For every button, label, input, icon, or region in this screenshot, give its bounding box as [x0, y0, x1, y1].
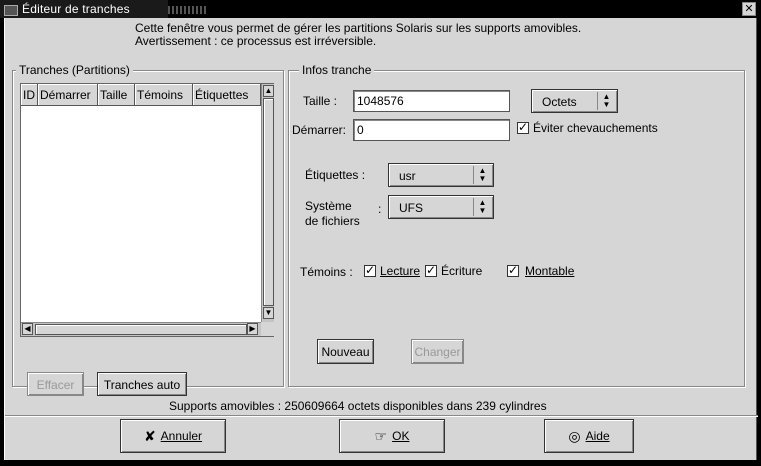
auto-slices-button[interactable]: Tranches auto: [97, 372, 187, 396]
slices-group: Tranches (Partitions) ID Démarrer Taille…: [12, 63, 284, 396]
slices-vertical-scrollbar[interactable]: ▲ ▼: [261, 84, 274, 322]
filesystem-select-value: UFS: [399, 201, 423, 215]
column-size[interactable]: Taille: [98, 84, 135, 106]
footer-separator: [5, 415, 758, 416]
read-flag-label: Lecture: [380, 264, 421, 278]
tags-select[interactable]: usr ▲ ▼: [388, 163, 494, 187]
cancel-button[interactable]: ✘ Annuler: [120, 419, 226, 453]
size-label: Taille :: [303, 94, 338, 108]
mountable-flag-checkbox[interactable]: [507, 263, 519, 277]
scroll-up-arrow-icon[interactable]: ▲: [263, 85, 274, 97]
start-input[interactable]: 0: [353, 119, 510, 141]
scroll-left-arrow-icon[interactable]: ◀: [22, 323, 33, 335]
lifebuoy-help-icon: ◎: [568, 427, 581, 444]
new-slice-button[interactable]: Nouveau: [317, 339, 374, 364]
tags-spinner-icon: ▲ ▼: [473, 166, 491, 184]
change-slice-button[interactable]: Changer: [411, 339, 464, 364]
slices-group-title: Tranches (Partitions): [16, 63, 133, 77]
tags-select-value: usr: [399, 169, 416, 183]
slices-list[interactable]: ID Démarrer Taille Témoins Étiquettes ▲ …: [20, 83, 274, 337]
filesystem-label-line2: de fichiers: [305, 214, 360, 228]
help-button-label: Aide: [585, 429, 610, 443]
ok-button-label: OK: [392, 429, 410, 443]
slice-info-group: Infos tranche Taille : 1048576 Octets ▲ ▼…: [288, 63, 745, 387]
delete-button[interactable]: Effacer: [27, 372, 84, 396]
window-title: Éditeur de tranches: [0, 0, 168, 18]
filesystem-spinner-icon: ▲ ▼: [473, 198, 491, 216]
help-button[interactable]: ◎ Aide: [544, 419, 634, 453]
slices-list-header: ID Démarrer Taille Témoins Étiquettes: [21, 84, 261, 106]
slices-horizontal-scrollbar[interactable]: ◀ ▶: [21, 322, 261, 336]
flags-label: Témoins :: [300, 265, 353, 279]
unit-select[interactable]: Octets ▲ ▼: [531, 89, 618, 113]
scroll-corner: [261, 322, 274, 336]
write-flag-checkbox[interactable]: [425, 263, 437, 277]
column-flags[interactable]: Témoins: [135, 84, 193, 106]
size-input[interactable]: 1048576: [353, 90, 510, 112]
column-tags[interactable]: Étiquettes: [193, 84, 261, 106]
slice-info-group-title: Infos tranche: [299, 63, 375, 77]
slice-editor-window: Cette fenêtre vous permet de gérer les p…: [4, 18, 758, 460]
scroll-down-arrow-icon[interactable]: ▼: [263, 307, 274, 319]
filesystem-select[interactable]: UFS ▲ ▼: [388, 195, 494, 219]
title-bar: Éditeur de tranches ✕: [0, 0, 761, 18]
close-button[interactable]: ✕: [742, 2, 756, 16]
info-warning: Avertissement : ce processus est irréver…: [135, 34, 377, 48]
cancel-x-icon: ✘: [143, 427, 156, 444]
vertical-scroll-thumb[interactable]: [263, 98, 274, 306]
unit-spinner-icon: ▲ ▼: [597, 92, 615, 110]
read-flag-checkbox[interactable]: [364, 263, 376, 277]
filesystem-label-line1: Système: [305, 199, 352, 213]
cancel-button-label: Annuler: [160, 429, 203, 443]
column-start[interactable]: Démarrer: [38, 84, 98, 106]
avoid-overlap-checkbox[interactable]: [517, 120, 529, 134]
scroll-right-arrow-icon[interactable]: ▶: [247, 323, 258, 335]
status-line: Supports amovibles : 250609664 octets di…: [169, 399, 547, 413]
unit-select-value: Octets: [542, 95, 577, 109]
start-label: Démarrer:: [292, 123, 347, 137]
ok-button[interactable]: ☞ OK: [339, 419, 445, 453]
mountable-flag-label: Montable: [525, 264, 575, 278]
removable-media-label: Supports amovibles :: [169, 399, 282, 413]
tags-label: Étiquettes :: [305, 168, 366, 182]
avoid-overlap-label: Éviter chevauchements: [533, 121, 658, 135]
write-flag-label: Écriture: [441, 264, 483, 278]
horizontal-scroll-thumb[interactable]: [35, 324, 247, 335]
available-space-text: 250609664 octets disponibles dans 239 cy…: [284, 399, 547, 413]
title-bar-grip: [168, 6, 208, 14]
hand-ok-icon: ☞: [374, 427, 388, 444]
info-text: Cette fenêtre vous permet de gérer les p…: [135, 22, 735, 48]
filesystem-colon: :: [378, 202, 382, 216]
column-id[interactable]: ID: [21, 84, 38, 106]
